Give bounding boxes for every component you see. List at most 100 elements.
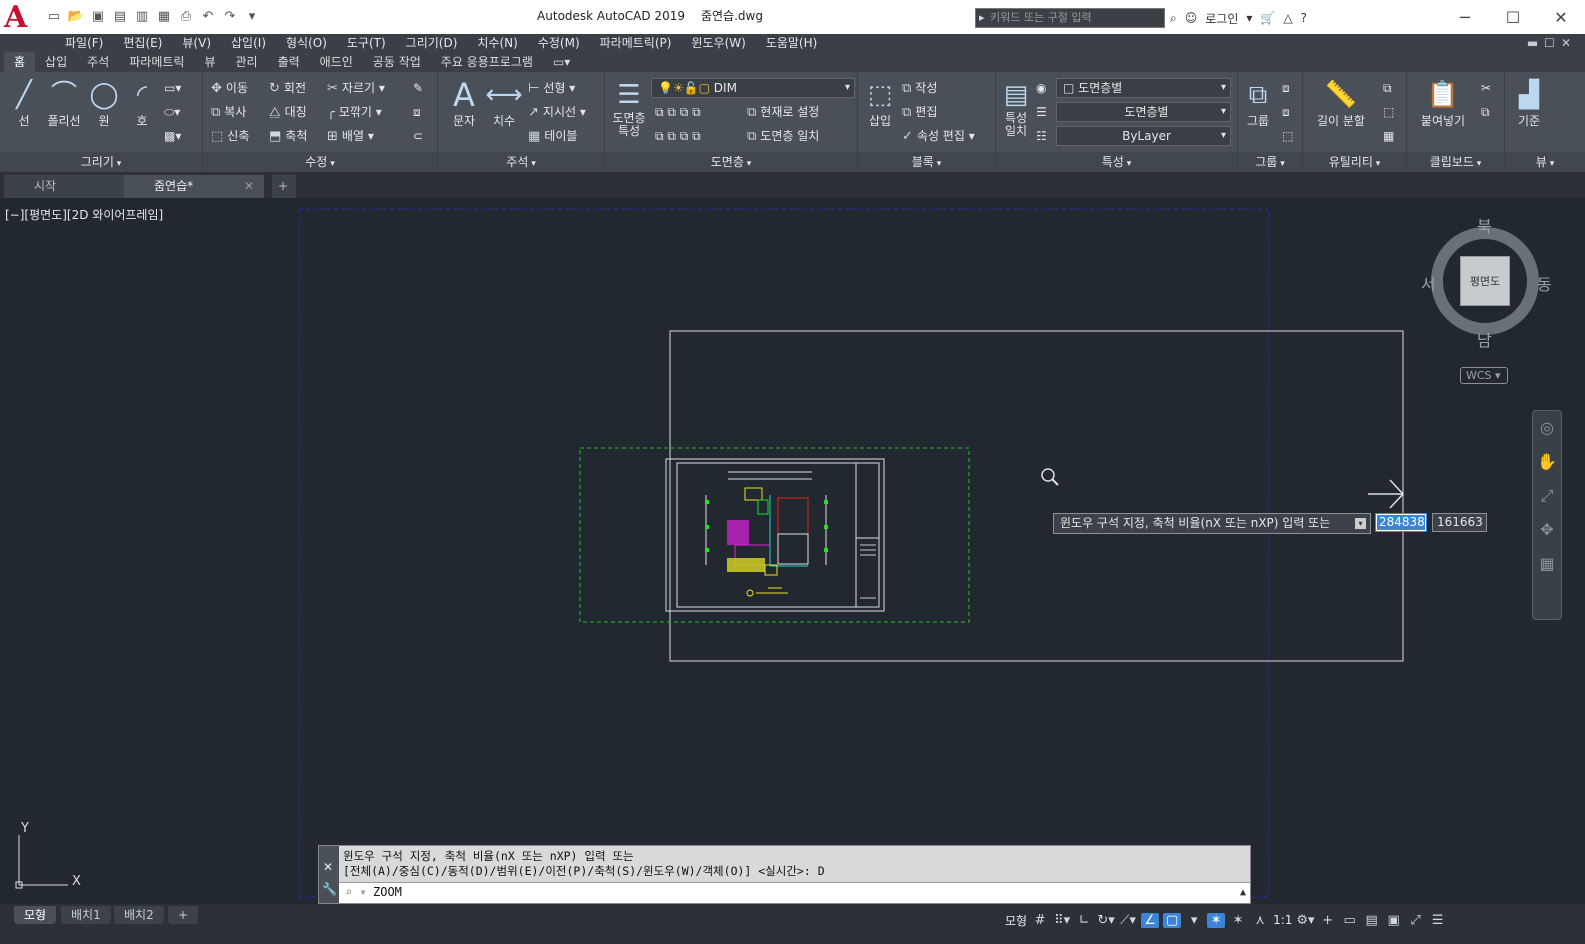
- viewcube-top-face[interactable]: 평면도: [1460, 256, 1510, 306]
- stretch-button[interactable]: ⬚ 신축: [211, 126, 249, 146]
- line-button[interactable]: ╱ 선: [4, 78, 44, 129]
- add-layout-button[interactable]: +: [168, 906, 199, 924]
- ortho-icon[interactable]: ∟: [1075, 913, 1093, 928]
- group-select-icon[interactable]: ⬚: [1282, 126, 1293, 146]
- tab-start[interactable]: 시작: [4, 175, 142, 198]
- arc-button[interactable]: ◜ 호: [122, 78, 162, 129]
- layer-dropdown[interactable]: 💡☀🔓▢ DIM: [651, 78, 855, 98]
- attribute-edit-button[interactable]: ✓ 속성 편집 ▾: [902, 126, 975, 146]
- rectangle-icon[interactable]: ▭▾: [164, 78, 181, 98]
- tab-annotate[interactable]: 주석: [77, 52, 119, 72]
- settings-icon[interactable]: ⚙▾: [1296, 913, 1314, 928]
- paste-button[interactable]: 📋 붙여넣기: [1411, 78, 1475, 129]
- osnap-dropdown-icon[interactable]: ▾: [1185, 913, 1203, 928]
- dimension-button[interactable]: ⟷ 치수: [484, 78, 524, 129]
- compass-south[interactable]: 남: [1477, 327, 1492, 351]
- tab-addins[interactable]: 애드인: [310, 52, 363, 72]
- match-layer-button[interactable]: ⧉ 도면층 일치: [747, 126, 819, 146]
- wcs-menu[interactable]: WCS ▾: [1460, 367, 1508, 384]
- ellipse-icon[interactable]: ⬭▾: [164, 102, 180, 122]
- lineweight-dropdown[interactable]: ByLayer: [1056, 126, 1231, 146]
- panel-view-title[interactable]: 뷰: [1505, 152, 1585, 172]
- erase-icon[interactable]: ✎: [413, 78, 423, 98]
- tab-manage[interactable]: 관리: [225, 52, 267, 72]
- menu-file[interactable]: 파일(F): [55, 34, 113, 52]
- annotation-scale[interactable]: 1:1: [1273, 913, 1292, 927]
- grid-icon[interactable]: #: [1031, 913, 1049, 928]
- ribbon-toggle-icon[interactable]: ▭▾: [543, 52, 580, 72]
- circle-button[interactable]: ◯ 원: [84, 78, 124, 129]
- close-button[interactable]: ✕: [1537, 0, 1585, 34]
- units-icon[interactable]: ▭: [1341, 913, 1359, 928]
- showmotion-icon[interactable]: ▦: [1533, 547, 1561, 581]
- linear-button[interactable]: ⊢ 선형 ▾: [528, 78, 575, 98]
- match-properties-button[interactable]: ▤ 특성 일치: [996, 78, 1036, 138]
- tab-model[interactable]: 모형: [14, 906, 57, 924]
- tab-layout2[interactable]: 배치2: [114, 906, 164, 924]
- model-space-toggle[interactable]: 모형: [1005, 912, 1027, 929]
- viewport-controls[interactable]: [−][평면도][2D 와이어프레임]: [5, 206, 163, 223]
- layer-properties-button[interactable]: ☰ 도면층 특성: [607, 78, 651, 138]
- menu-tools[interactable]: 도구(T): [337, 34, 396, 52]
- ungroup-icon[interactable]: ⧈: [1282, 78, 1290, 98]
- linetype-icon[interactable]: ☰: [1036, 102, 1047, 122]
- annotation-visibility-icon[interactable]: ✶: [1207, 912, 1226, 928]
- binoculars-icon[interactable]: ⌕: [1170, 11, 1177, 26]
- history-up-icon[interactable]: ▲: [1240, 883, 1246, 902]
- user-icon[interactable]: ☺: [1185, 11, 1198, 25]
- close-tab-icon[interactable]: ✕: [244, 175, 254, 197]
- dynamic-input-x[interactable]: 284838: [1375, 513, 1427, 532]
- menu-parametric[interactable]: 파라메트릭(P): [590, 34, 682, 52]
- osnap-tracking-icon[interactable]: ∠: [1141, 912, 1160, 928]
- cart-icon[interactable]: 🛒: [1260, 11, 1275, 25]
- explode-icon[interactable]: ⧈: [413, 102, 421, 122]
- layer-tools2-icons[interactable]: ⧉ ⧉ ⧉ ⧉: [655, 126, 701, 146]
- steering-wheel-icon[interactable]: ◎: [1533, 411, 1561, 445]
- command-input[interactable]: ⌕ ▾ ZOOM ▲: [339, 882, 1250, 903]
- panel-draw-title[interactable]: 그리기: [0, 152, 202, 172]
- linetype-dropdown[interactable]: 도면층별: [1056, 102, 1231, 122]
- polyline-button[interactable]: ⌒ 폴리선: [44, 78, 84, 129]
- dynamic-options-icon[interactable]: ▾: [1355, 518, 1366, 529]
- search-input[interactable]: 키워드 또는 구절 입력: [975, 8, 1165, 28]
- snap-icon[interactable]: ⠿▾: [1053, 913, 1071, 928]
- customize-command-icon[interactable]: 🔧: [322, 882, 337, 896]
- hardware-accel-icon[interactable]: ▣: [1385, 913, 1403, 928]
- tab-featured-apps[interactable]: 주요 응용프로그램: [431, 52, 543, 72]
- quick-select-icon[interactable]: ⧉: [1383, 78, 1392, 98]
- orbit-icon[interactable]: ✥: [1533, 513, 1561, 547]
- leader-button[interactable]: ↗ 지시선 ▾: [528, 102, 586, 122]
- qat-dropdown-icon[interactable]: ▾: [242, 6, 262, 26]
- menu-draw[interactable]: 그리기(D): [396, 34, 468, 52]
- menu-dimension[interactable]: 치수(N): [467, 34, 527, 52]
- a360-icon[interactable]: △: [1283, 11, 1292, 25]
- menu-view[interactable]: 뷰(V): [172, 34, 221, 52]
- compass-west[interactable]: 서: [1421, 271, 1436, 295]
- panel-groups-title[interactable]: 그룹: [1238, 152, 1302, 172]
- tab-insert[interactable]: 삽입: [35, 52, 77, 72]
- plot-icon[interactable]: ⎙: [176, 6, 196, 26]
- osnap-icon[interactable]: ▢: [1163, 912, 1182, 928]
- maximize-button[interactable]: ☐: [1489, 0, 1537, 34]
- measure-button[interactable]: 📏 길이 분할: [1307, 78, 1375, 129]
- application-menu-button[interactable]: A: [0, 0, 40, 35]
- clean-screen-icon[interactable]: ⤢: [1407, 913, 1425, 928]
- close-command-icon[interactable]: ✕: [323, 860, 333, 874]
- color-wheel-icon[interactable]: ◉: [1036, 78, 1046, 98]
- annotation-scale-icon[interactable]: ⋏: [1251, 913, 1269, 928]
- copy-clip-icon[interactable]: ⧉: [1481, 102, 1490, 122]
- dropdown-icon[interactable]: ▾: [1246, 11, 1252, 25]
- web-open-icon[interactable]: ▥: [132, 6, 152, 26]
- copy-button[interactable]: ⧉ 복사: [211, 102, 246, 122]
- pan-icon[interactable]: ✋: [1533, 445, 1561, 479]
- trim-button[interactable]: ✂ 자르기 ▾: [327, 78, 385, 98]
- table-button[interactable]: ▦ 테이블: [528, 126, 577, 146]
- menu-format[interactable]: 형식(O): [276, 34, 337, 52]
- lineweight-icon[interactable]: ☷: [1036, 126, 1047, 146]
- panel-utilities-title[interactable]: 유틸리티: [1303, 152, 1406, 172]
- group-edit-icon[interactable]: ⧈: [1282, 102, 1290, 122]
- tab-layout1[interactable]: 배치1: [61, 906, 111, 924]
- tab-current-drawing[interactable]: 줌연습* ✕: [124, 175, 264, 198]
- edit-block-button[interactable]: ⧉ 편집: [902, 102, 937, 122]
- hatch-icon[interactable]: ▩▾: [164, 126, 181, 146]
